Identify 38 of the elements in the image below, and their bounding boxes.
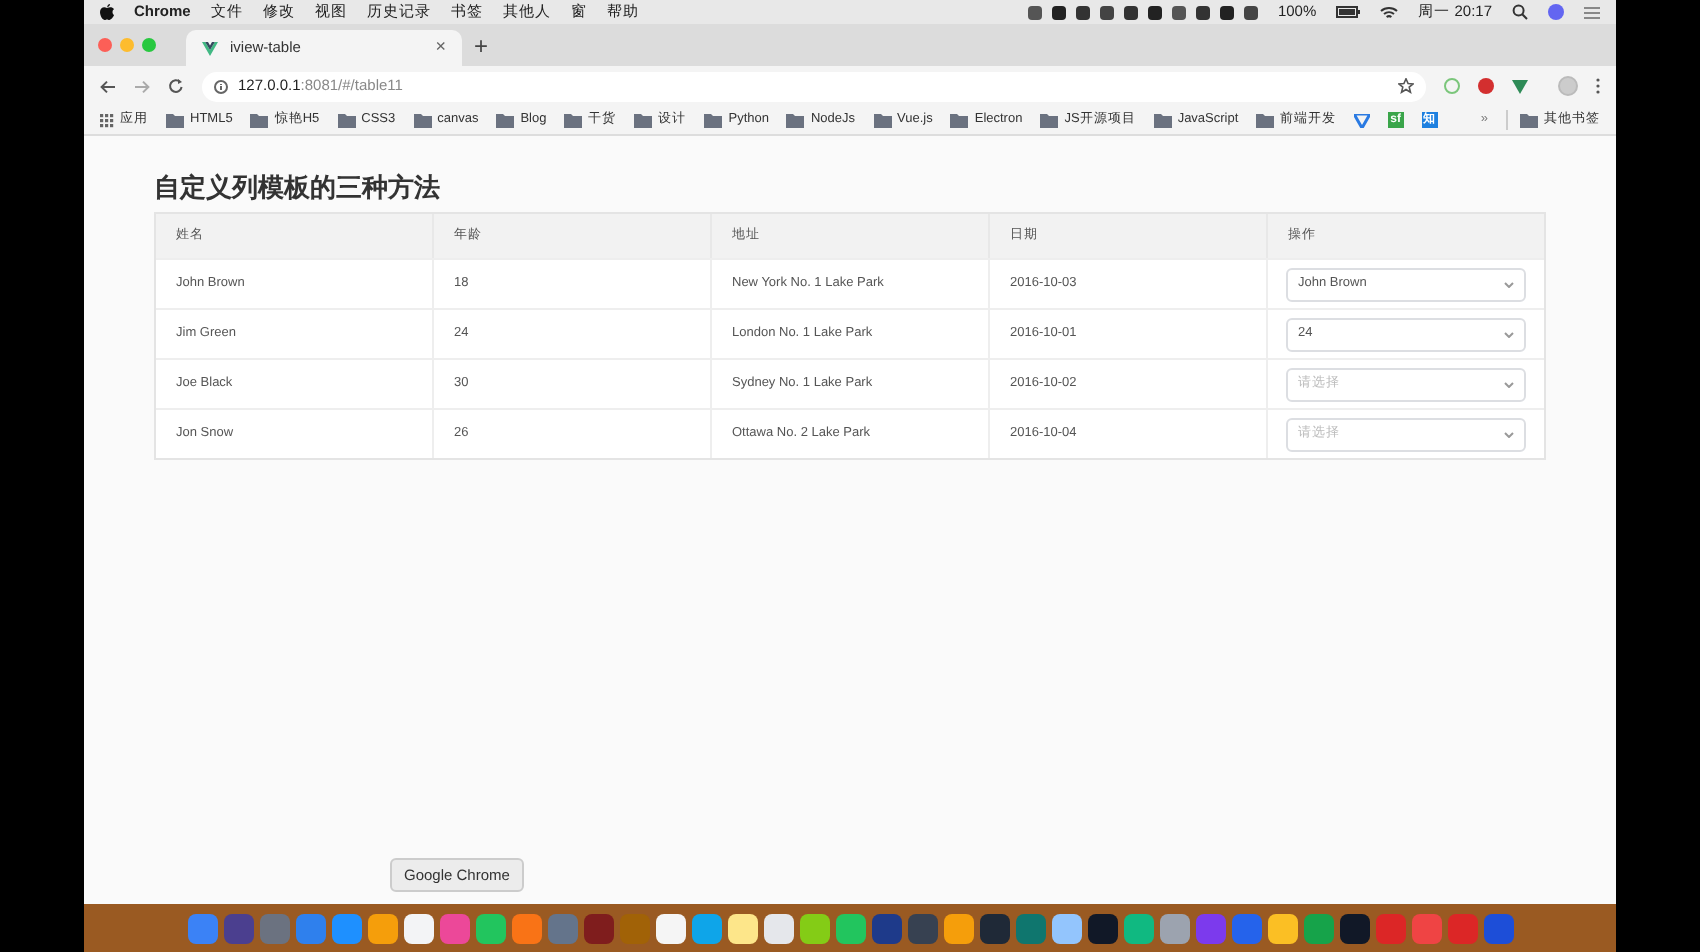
folder-icon — [413, 113, 432, 127]
folder-icon — [1520, 113, 1538, 127]
folder-icon — [704, 113, 723, 127]
forward-icon[interactable] — [134, 79, 150, 93]
chevron-down-icon — [1504, 381, 1514, 387]
folder-icon — [873, 113, 892, 127]
star-icon[interactable] — [1398, 78, 1414, 94]
folder-icon — [337, 113, 356, 127]
folder-icon — [1040, 113, 1059, 127]
search-icon[interactable] — [1512, 4, 1528, 20]
info-icon — [214, 79, 228, 93]
folder-icon — [564, 113, 583, 127]
folder-icon — [250, 113, 269, 127]
apps-grid-icon — [100, 113, 114, 127]
close-window-button[interactable] — [98, 38, 112, 52]
profile-icon[interactable] — [1558, 76, 1578, 96]
reload-icon[interactable] — [168, 78, 184, 94]
maximize-window-button[interactable] — [142, 38, 156, 52]
tab-close-button[interactable]: × — [435, 34, 446, 62]
folder-icon — [1256, 113, 1275, 127]
folder-icon — [496, 113, 515, 127]
back-icon[interactable] — [100, 79, 116, 93]
bookmark-icon[interactable] — [1354, 113, 1371, 127]
folder-icon — [786, 113, 805, 127]
folder-icon — [950, 113, 969, 127]
apple-icon — [100, 4, 114, 20]
folder-icon — [166, 113, 184, 127]
folder-icon — [634, 113, 653, 127]
wifi-icon — [1380, 5, 1399, 19]
battery-icon — [1336, 6, 1361, 18]
chevron-down-icon — [1504, 431, 1514, 437]
folder-icon — [1153, 113, 1172, 127]
minimize-window-button[interactable] — [120, 38, 134, 52]
list-icon[interactable] — [1584, 5, 1600, 19]
page-title: 自定义列模板的三种方法 — [154, 172, 442, 204]
new-tab-button[interactable]: + — [474, 27, 489, 63]
chevron-down-icon — [1504, 331, 1514, 337]
chevron-down-icon — [1504, 281, 1514, 287]
